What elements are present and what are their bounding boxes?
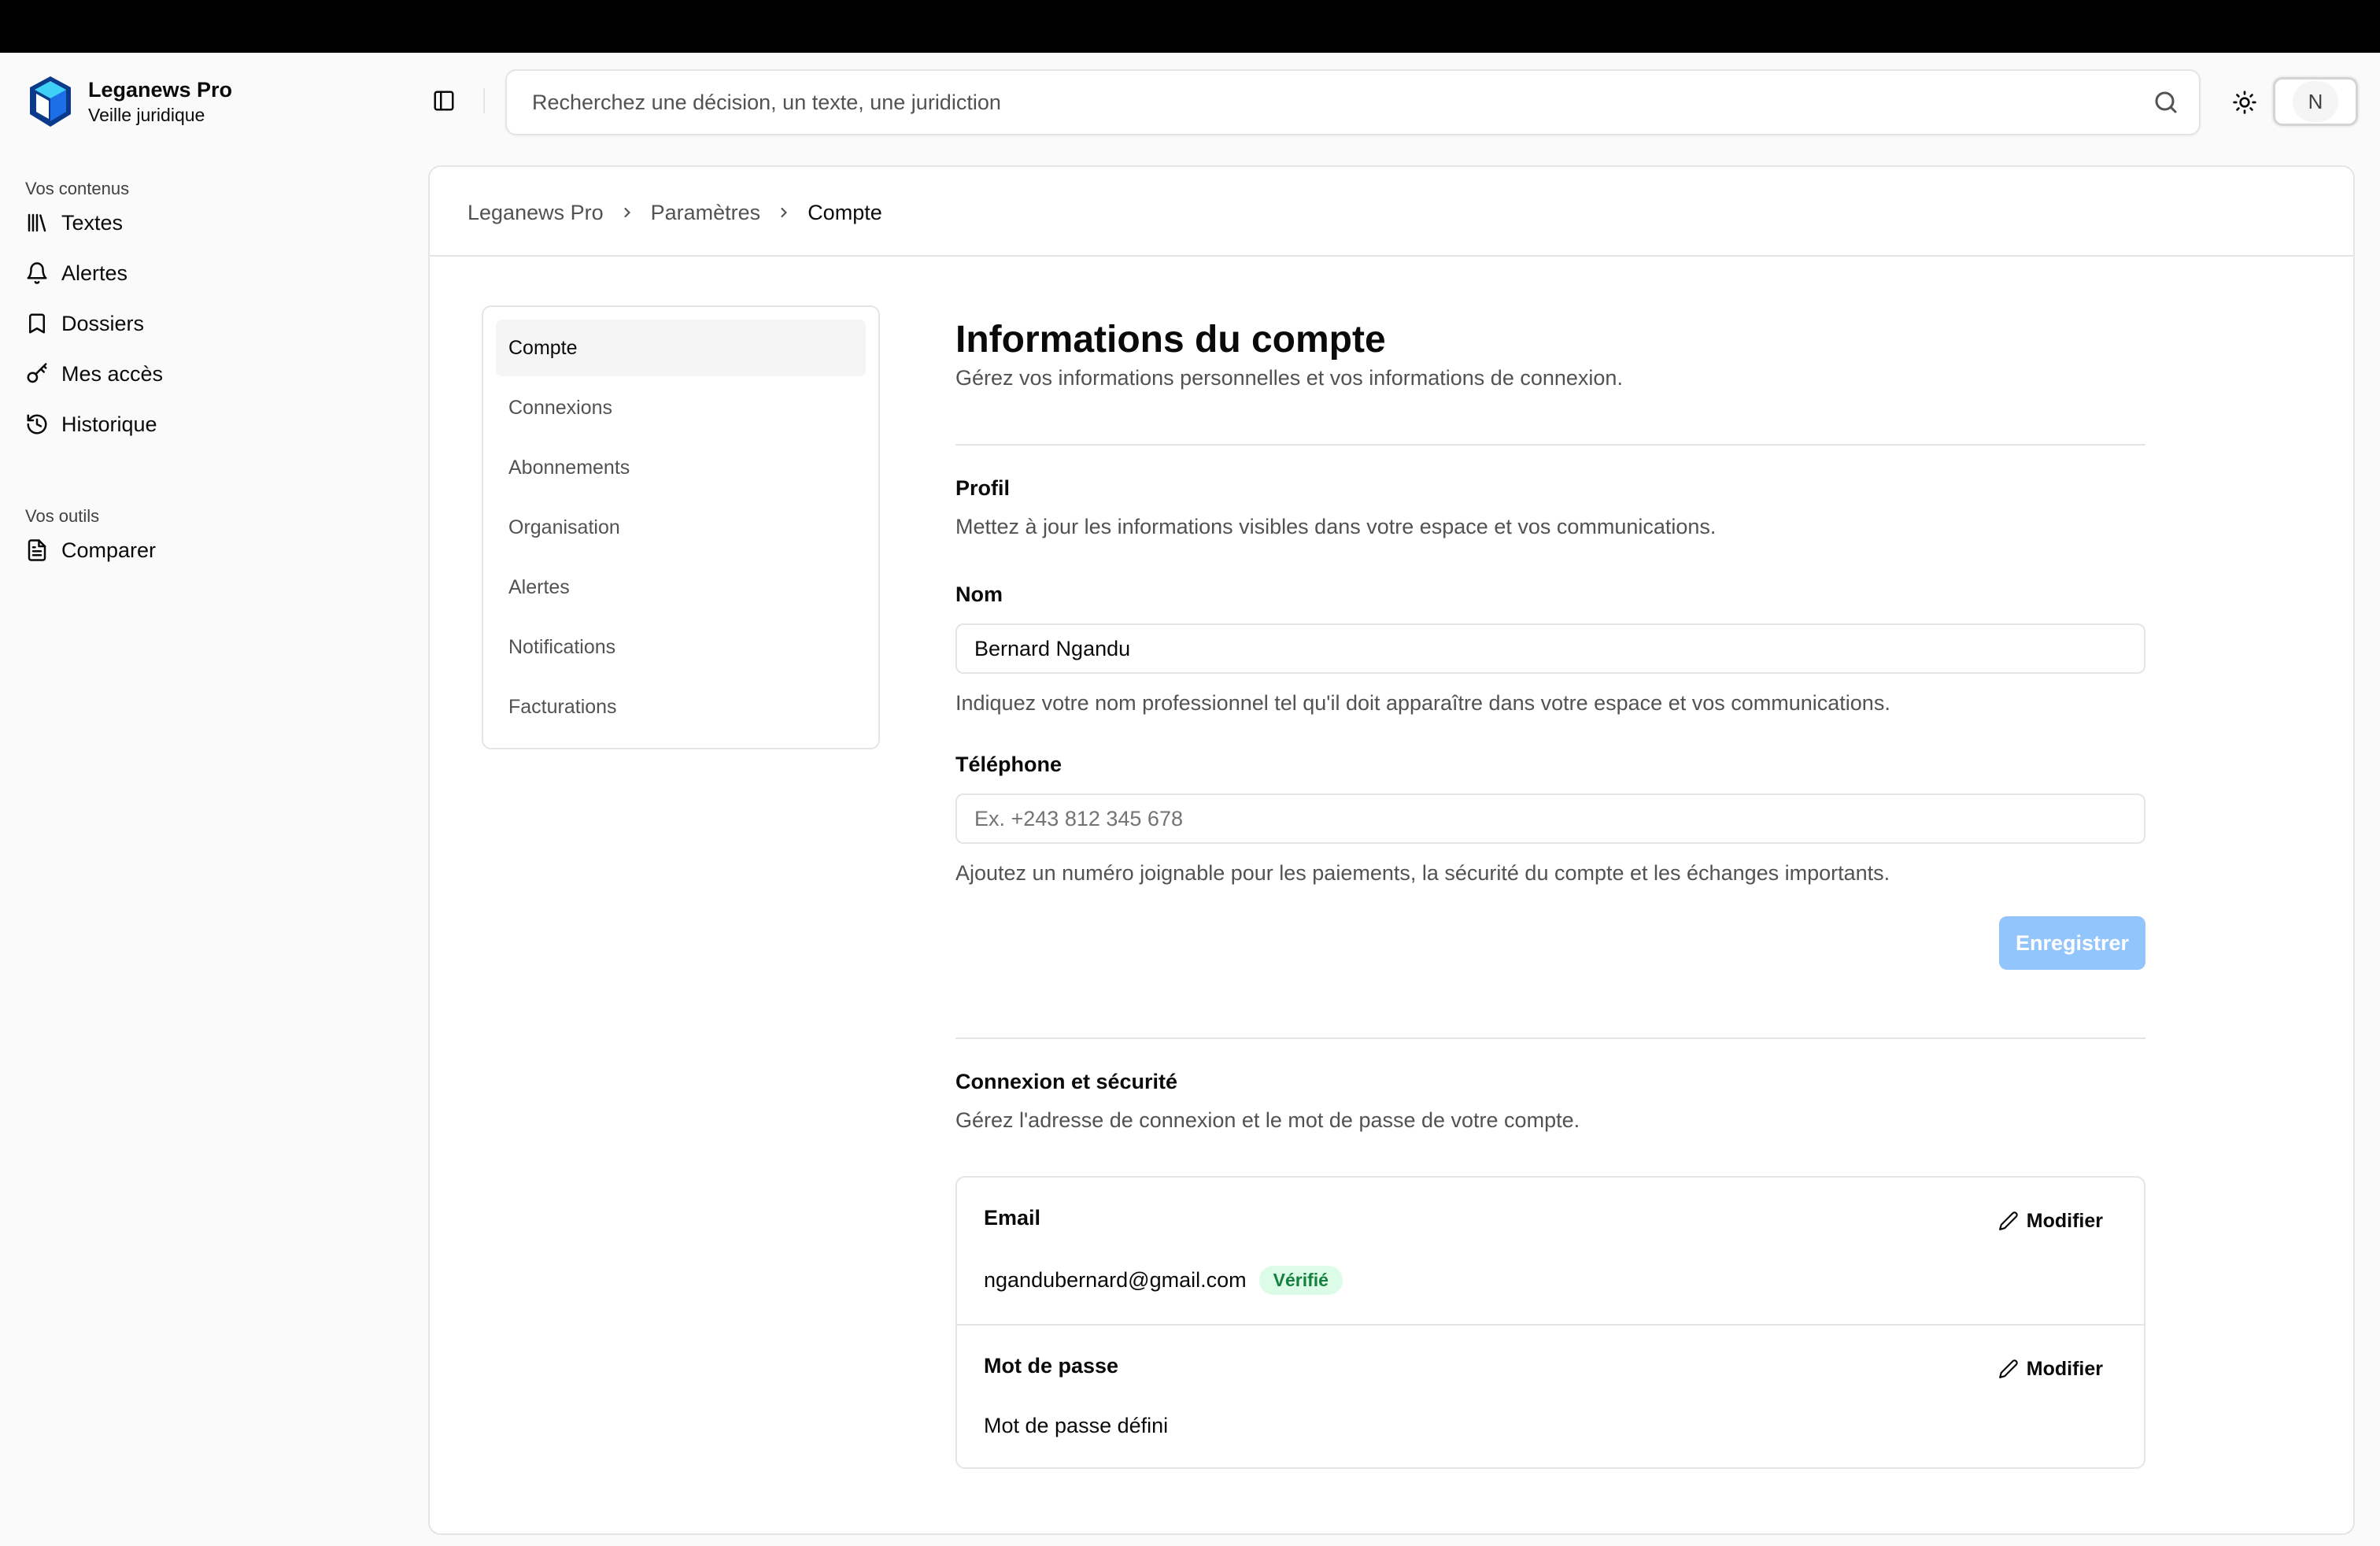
security-description: Gérez l'adresse de connexion et le mot d…: [955, 1108, 1580, 1132]
search-bar: [505, 69, 2201, 135]
page-title: Informations du compte: [955, 319, 1386, 361]
history-icon: [24, 411, 50, 438]
library-icon: [24, 209, 50, 236]
settings-nav-alertes[interactable]: Alertes: [496, 559, 866, 616]
sidebar-toggle-button[interactable]: [428, 85, 460, 117]
sidebar-item-label: Historique: [61, 412, 157, 436]
header-divider: [483, 88, 485, 113]
chevron-right-icon: [619, 205, 635, 220]
main-card: Leganews Pro Paramètres Compte Compte Co…: [428, 165, 2355, 1535]
brand-logo-icon: [30, 76, 71, 127]
security-title: Connexion et sécurité: [955, 1070, 1178, 1093]
section-divider: [955, 444, 2145, 446]
name-help: Indiquez votre nom professionnel tel qu'…: [955, 691, 1890, 715]
email-value: ngandubernard@gmail.com: [984, 1268, 1247, 1292]
pencil-icon: [1997, 1357, 2020, 1381]
modify-label: Modifier: [2026, 1209, 2103, 1232]
sidebar-item-mes-acces[interactable]: Mes accès: [24, 353, 401, 394]
panel-left-icon: [434, 91, 454, 111]
sidebar-item-label: Comparer: [61, 538, 157, 562]
sidebar-item-label: Dossiers: [61, 311, 145, 335]
settings-nav-notifications[interactable]: Notifications: [496, 619, 866, 675]
modify-email-button[interactable]: Modifier: [1997, 1209, 2103, 1233]
breadcrumb-item-home[interactable]: Leganews Pro: [468, 201, 604, 225]
breadcrumb: Leganews Pro Paramètres Compte: [468, 197, 882, 228]
chevron-right-icon: [776, 205, 792, 220]
search-icon[interactable]: [2152, 88, 2180, 117]
sidebar: Leganews Pro Veille juridique Vos conten…: [0, 53, 425, 1546]
user-menu-button[interactable]: N: [2273, 77, 2358, 126]
bell-icon: [24, 260, 50, 287]
name-input[interactable]: [955, 623, 2145, 674]
modify-label: Modifier: [2026, 1357, 2103, 1380]
settings-nav-facturations[interactable]: Facturations: [496, 679, 866, 735]
card-divider: [430, 255, 2353, 257]
breadcrumb-item-compte: Compte: [808, 200, 882, 224]
sidebar-item-dossiers[interactable]: Dossiers: [24, 303, 401, 344]
sidebar-item-label: Textes: [61, 210, 124, 235]
sun-icon: [2233, 91, 2256, 114]
sidebar-group-label-contenus: Vos contenus: [25, 179, 130, 198]
brand-name: Leganews Pro: [88, 78, 233, 102]
phone-help: Ajoutez un numéro joignable pour les pai…: [955, 861, 1890, 885]
phone-input[interactable]: [955, 793, 2145, 844]
settings-nav-compte[interactable]: Compte: [496, 320, 866, 376]
key-icon: [24, 361, 50, 387]
page-subtitle: Gérez vos informations personnelles et v…: [955, 366, 1623, 390]
bookmark-icon: [24, 310, 50, 337]
search-input[interactable]: [532, 71, 2122, 134]
settings-nav: Compte Connexions Abonnements Organisati…: [482, 305, 880, 749]
sidebar-item-comparer[interactable]: Comparer: [24, 530, 401, 571]
password-value: Mot de passe défini: [984, 1414, 1169, 1437]
email-label: Email: [984, 1206, 1041, 1230]
pencil-icon: [1997, 1209, 2020, 1233]
brand[interactable]: Leganews Pro Veille juridique: [27, 75, 232, 128]
email-value-row: ngandubernard@gmail.com Vérifié: [984, 1266, 1343, 1295]
password-label: Mot de passe: [984, 1354, 1119, 1378]
sidebar-item-label: Mes accès: [61, 361, 164, 386]
security-box: Email Modifier ngandubernard@gmail.com V…: [955, 1176, 2145, 1469]
settings-nav-organisation[interactable]: Organisation: [496, 499, 866, 556]
profile-title: Profil: [955, 476, 1011, 500]
save-button[interactable]: Enregistrer: [1999, 916, 2145, 970]
email-row: Email Modifier ngandubernard@gmail.com V…: [957, 1178, 2144, 1322]
sidebar-item-alertes[interactable]: Alertes: [24, 253, 401, 294]
phone-label: Téléphone: [955, 753, 1062, 776]
name-label: Nom: [955, 583, 1003, 606]
password-row: Mot de passe Modifier Mot de passe défin…: [957, 1324, 2144, 1469]
settings-nav-abonnements[interactable]: Abonnements: [496, 439, 866, 496]
sidebar-group-label-outils: Vos outils: [25, 506, 100, 526]
verified-badge: Vérifié: [1258, 1266, 1343, 1295]
theme-toggle-button[interactable]: [2227, 85, 2262, 120]
system-top-bar: [0, 0, 2380, 53]
file-text-icon: [24, 537, 50, 564]
brand-subtitle: Veille juridique: [88, 105, 205, 125]
sidebar-item-textes[interactable]: Textes: [24, 202, 401, 243]
breadcrumb-item-parametres[interactable]: Paramètres: [651, 201, 761, 225]
sidebar-item-historique[interactable]: Historique: [24, 404, 401, 445]
settings-nav-connexions[interactable]: Connexions: [496, 379, 866, 436]
profile-description: Mettez à jour les informations visibles …: [955, 515, 1717, 538]
avatar: N: [2293, 81, 2338, 122]
modify-password-button[interactable]: Modifier: [1997, 1357, 2103, 1381]
section-divider: [955, 1037, 2145, 1039]
sidebar-item-label: Alertes: [61, 261, 128, 285]
